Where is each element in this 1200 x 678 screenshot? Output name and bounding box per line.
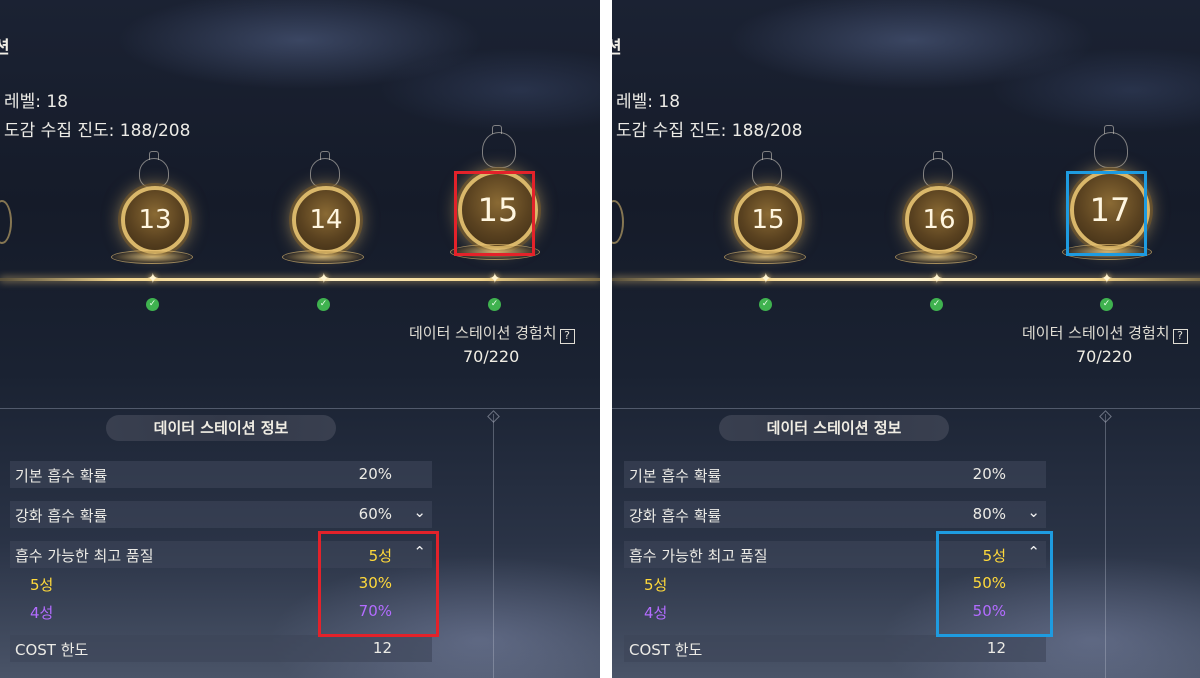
station-base [282, 250, 364, 264]
stat-value: 20% [972, 465, 1006, 483]
scroll-track[interactable] [1105, 414, 1106, 678]
collection-progress-text: 도감 수집 진도: 188/208 [4, 121, 191, 141]
spark-icon: ✦ [489, 271, 501, 287]
section-title: 데이터 스테이션 정보 [719, 415, 949, 441]
station-level-badge: 15 [734, 186, 802, 254]
level-text: 레벨: 18 [4, 92, 69, 112]
spark-icon: ✦ [318, 271, 330, 287]
flask-icon [310, 151, 340, 188]
highlight-box [454, 171, 535, 256]
station-node[interactable]: 14 [282, 151, 364, 278]
exp-value: 70/220 [1076, 347, 1133, 366]
stat-value: 80% [972, 505, 1006, 523]
station-node[interactable]: 13 [111, 151, 193, 278]
stat-row-cost-limit: COST 한도 12 [10, 635, 432, 662]
chevron-down-icon[interactable]: ⌄ [1027, 503, 1040, 521]
check-icon: ✓ [146, 298, 159, 311]
help-icon[interactable]: ? [559, 329, 575, 344]
flask-icon [752, 151, 782, 188]
spark-icon: ✦ [760, 271, 772, 287]
level-text: 레벨: 18 [616, 92, 681, 112]
right-panel: 션 레벨: 18 도감 수집 진도: 188/208 15 16 17 ✦ ✦ … [612, 0, 1200, 678]
flask-icon [139, 151, 169, 188]
flask-icon [482, 125, 516, 168]
spark-icon: ✦ [931, 271, 943, 287]
section-divider [612, 408, 1200, 409]
quality-label: 5성 [30, 576, 54, 594]
section-divider [0, 408, 600, 409]
chevron-down-icon[interactable]: ⌄ [413, 503, 426, 521]
station-level-badge: 16 [905, 186, 973, 254]
stat-row-base-absorb: 기본 흡수 확률 20% [624, 461, 1046, 488]
left-panel: 션 레벨: 18 도감 수집 진도: 188/208 13 14 15 ✦ ✦ … [0, 0, 600, 678]
exp-label-group: 데이터 스테이션 경험치? [409, 322, 575, 344]
spark-icon: ✦ [147, 271, 159, 287]
stat-label: 강화 흡수 확률 [629, 507, 722, 525]
panel-title: 션 [0, 38, 10, 58]
stat-value: 60% [358, 505, 392, 523]
check-icon: ✓ [930, 298, 943, 311]
stat-value: 20% [358, 465, 392, 483]
stat-label: 강화 흡수 확률 [15, 507, 108, 525]
stat-label: 흡수 가능한 최고 품질 [629, 547, 768, 565]
stat-row-base-absorb: 기본 흡수 확률 20% [10, 461, 432, 488]
exp-value: 70/220 [463, 347, 520, 366]
highlight-box [318, 531, 439, 637]
previous-station-partial [612, 200, 624, 244]
highlight-box [936, 531, 1053, 637]
exp-label: 데이터 스테이션 경험치 [1022, 324, 1170, 342]
quality-label: 4성 [30, 604, 54, 622]
stat-label: COST 한도 [15, 641, 89, 659]
collection-progress-text: 도감 수집 진도: 188/208 [616, 121, 803, 141]
stat-row-enhanced-absorb[interactable]: 강화 흡수 확률 80% ⌄ [624, 501, 1046, 528]
stat-label: 기본 흡수 확률 [629, 467, 722, 485]
help-icon[interactable]: ? [1172, 329, 1188, 344]
exp-label-group: 데이터 스테이션 경험치? [1022, 322, 1188, 344]
panel-title: 션 [612, 38, 622, 58]
flask-icon [1094, 125, 1128, 168]
timeline-line [0, 278, 600, 281]
stat-row-enhanced-absorb[interactable]: 강화 흡수 확률 60% ⌄ [10, 501, 432, 528]
stat-row-cost-limit: COST 한도 12 [624, 635, 1046, 662]
quality-label: 5성 [644, 576, 668, 594]
scroll-track[interactable] [493, 414, 494, 678]
flask-icon [923, 151, 953, 188]
quality-label: 4성 [644, 604, 668, 622]
check-icon: ✓ [1100, 298, 1113, 311]
station-level-badge: 13 [121, 186, 189, 254]
stat-label: COST 한도 [629, 641, 703, 659]
stat-value: 12 [986, 639, 1006, 657]
exp-label: 데이터 스테이션 경험치 [409, 324, 557, 342]
station-node[interactable]: 15 [724, 151, 806, 278]
stat-value: 12 [372, 639, 392, 657]
check-icon: ✓ [759, 298, 772, 311]
station-base [111, 250, 193, 264]
panel-divider [600, 0, 612, 678]
previous-station-partial [0, 200, 12, 244]
station-base [895, 250, 977, 264]
check-icon: ✓ [317, 298, 330, 311]
spark-icon: ✦ [1101, 271, 1113, 287]
check-icon: ✓ [488, 298, 501, 311]
highlight-box [1066, 171, 1147, 256]
section-title: 데이터 스테이션 정보 [106, 415, 336, 441]
station-node[interactable]: 16 [895, 151, 977, 278]
stat-label: 흡수 가능한 최고 품질 [15, 547, 154, 565]
stat-label: 기본 흡수 확률 [15, 467, 108, 485]
station-base [724, 250, 806, 264]
station-level-badge: 14 [292, 186, 360, 254]
